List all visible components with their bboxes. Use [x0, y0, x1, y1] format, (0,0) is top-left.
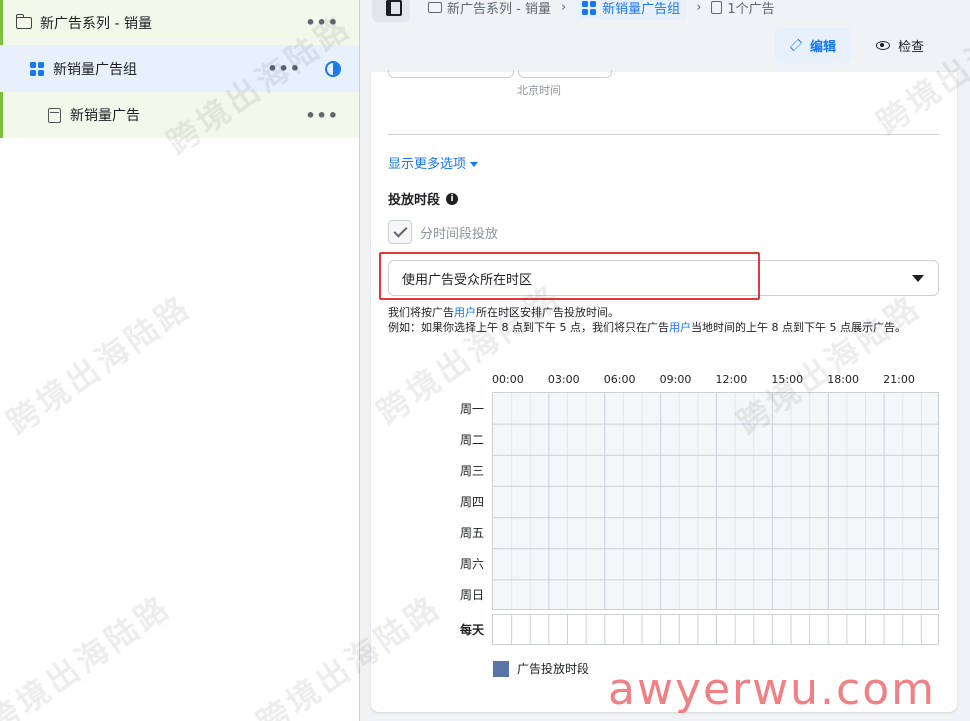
- day-label: 周三: [459, 463, 484, 478]
- folder-icon: [428, 2, 442, 13]
- legend-swatch: [493, 660, 509, 677]
- hour-label: 12:00: [715, 373, 748, 386]
- day-label: 周四: [459, 495, 484, 509]
- timezone-note: 北京时间: [517, 84, 561, 97]
- more-options-icon[interactable]: •••: [305, 13, 339, 32]
- adset-grid-icon: [582, 0, 597, 15]
- hour-label: 15:00: [771, 373, 804, 386]
- campaign-label: 新广告系列 - 销量: [40, 15, 152, 32]
- chevron-right-icon: ›: [560, 0, 567, 15]
- show-more-options-link[interactable]: 显示更多选项: [388, 153, 479, 172]
- day-label: 周二: [459, 432, 484, 447]
- desc-text: 例如：如果你选择上午 8 点到下午 5 点，我们将只在广告: [388, 321, 669, 334]
- hour-label: 06:00: [603, 373, 636, 386]
- eye-icon: [875, 40, 890, 50]
- everyday-label: 每天: [459, 623, 484, 637]
- caret-down-icon: [912, 275, 924, 282]
- day-label: 周一: [459, 401, 484, 416]
- hour-label: 18:00: [827, 373, 859, 386]
- ad-label: 新销量广告: [70, 108, 140, 124]
- desc-text: 当地时间的上午 8 点到下午 5 点展示广告。: [690, 321, 906, 334]
- schedule-grid[interactable]: [492, 392, 939, 610]
- ad-schedule-title-text: 投放时段: [388, 193, 441, 208]
- info-icon[interactable]: i: [446, 192, 459, 205]
- ad-icon: [711, 1, 723, 14]
- day-label: 周日: [459, 588, 484, 603]
- legend-label: 广告投放时段: [517, 662, 590, 676]
- toggle-panel-button[interactable]: [372, 0, 410, 22]
- breadcrumb-ads[interactable]: 1个广告: [727, 0, 774, 17]
- review-button[interactable]: 检查: [865, 27, 935, 63]
- divider: [388, 134, 939, 135]
- ad-icon: [48, 107, 61, 123]
- tree-item-campaign[interactable]: 新广告系列 - 销量 •••: [0, 0, 359, 45]
- dayparting-checkbox[interactable]: [388, 220, 412, 244]
- folder-icon: [15, 13, 32, 29]
- tree-item-adset[interactable]: 新销量广告组 •••: [0, 45, 359, 92]
- more-options-icon[interactable]: •••: [305, 106, 339, 125]
- annotation-highlight-box: [379, 252, 760, 300]
- day-label: 周六: [459, 557, 484, 572]
- review-label: 检查: [897, 39, 924, 55]
- hour-label: 21:00: [883, 373, 915, 386]
- desc-text: 所在时区安排广告投放时间。: [476, 306, 619, 319]
- breadcrumb-campaign[interactable]: 新广告系列 - 销量: [447, 0, 551, 17]
- day-label: 周五: [459, 526, 484, 541]
- tree-accent: [0, 0, 3, 45]
- date-input[interactable]: [388, 70, 514, 78]
- caret-down-icon: [470, 162, 479, 167]
- campaign-tree: 新广告系列 - 销量 ••• 新销量广告组 ••• 新销量广告 •••: [0, 0, 360, 721]
- editor-header: 新广告系列 - 销量 › 新销量广告组 › 1个广告 编辑 检查: [360, 0, 970, 72]
- delivery-status-icon: [325, 60, 341, 77]
- show-more-options-label: 显示更多选项: [388, 157, 467, 172]
- desc-text: 我们将按广告: [388, 306, 454, 319]
- schedule-card: 北京时间 显示更多选项 投放时段 i 分时间段投放 使用广告受众所在时区 我们将…: [371, 70, 957, 712]
- adset-grid-icon: [30, 61, 44, 76]
- more-options-icon[interactable]: •••: [267, 59, 301, 78]
- pencil-icon: [789, 38, 803, 52]
- dayparting-checkbox-label: 分时间段投放: [420, 226, 499, 242]
- tree-item-ad[interactable]: 新销量广告 •••: [0, 92, 359, 138]
- schedule-description: 我们将按广告用户所在时区安排广告投放时间。 例如：如果你选择上午 8 点到下午 …: [388, 305, 944, 335]
- chevron-right-icon: ›: [696, 0, 702, 15]
- hour-label: 09:00: [659, 373, 692, 386]
- desc-link-user[interactable]: 用户: [669, 321, 691, 334]
- breadcrumb-adset[interactable]: 新销量广告组: [576, 0, 687, 19]
- ad-schedule-title: 投放时段 i: [388, 189, 459, 208]
- tree-accent: [0, 92, 3, 138]
- desc-link-user[interactable]: 用户: [454, 306, 476, 319]
- dayparting-checkbox-row[interactable]: 分时间段投放: [388, 220, 498, 244]
- edit-button[interactable]: 编辑: [775, 27, 851, 63]
- edit-label: 编辑: [809, 39, 836, 55]
- breadcrumb: 新广告系列 - 销量 › 新销量广告组 › 1个广告: [428, 0, 775, 19]
- hour-label: 00:00: [492, 373, 524, 386]
- adset-label: 新销量广告组: [53, 61, 137, 78]
- time-input[interactable]: [518, 70, 612, 78]
- everyday-grid[interactable]: [492, 614, 939, 645]
- breadcrumb-adset-label: 新销量广告组: [602, 2, 681, 17]
- hour-label: 03:00: [547, 373, 580, 386]
- schedule-legend: 广告投放时段: [493, 660, 589, 677]
